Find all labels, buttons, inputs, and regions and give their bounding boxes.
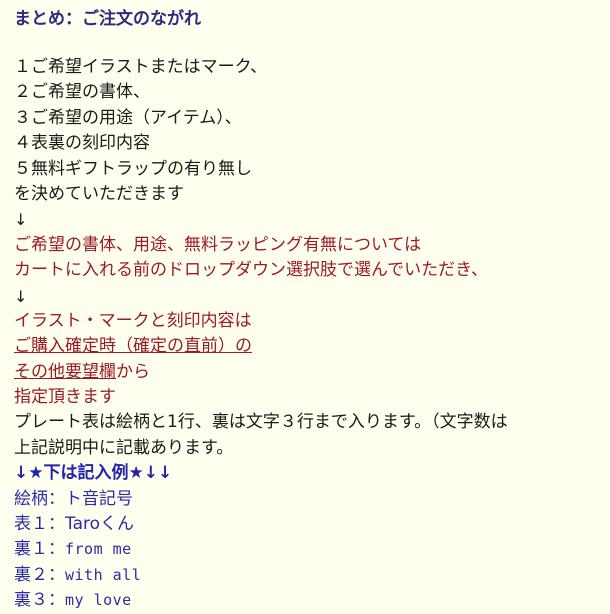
emphasis-engraving-line-2: ご購入確定時（確定の直前）の [0, 334, 610, 359]
step-item-2: ２ご希望の書体、 [14, 82, 150, 103]
plate-note-line-2: 上記説明中に記載あります。 [14, 437, 234, 458]
step-item-3: ３ご希望の用途（アイテム）、 [14, 107, 242, 128]
page-title: まとめ：ご注文のながれ [14, 9, 201, 29]
example-value-back-1: from me [65, 540, 132, 559]
order-flow-summary-page: まとめ：ご注文のながれ １ご希望イラストまたはマーク、 ２ご希望の書体、 ３ご希… [0, 0, 610, 610]
underlined-remarks-field-text: その他要望欄 [14, 361, 116, 382]
example-label-back-1: 裏１： [14, 539, 65, 560]
example-row-design: 絵柄：ト音記号 [0, 487, 610, 512]
down-arrow-icon-1: ↓ [14, 210, 28, 230]
step-closing-text: を決めていただきます [14, 183, 184, 204]
example-label-front-1: 表１： [14, 514, 65, 535]
example-value-front-1: Taroくん [65, 514, 135, 535]
step-item-5: ５無料ギフトラップの有り無し [14, 158, 252, 179]
plate-note-line-1: プレート表は絵柄と1行、裏は文字３行まで入ります。（文字数は [14, 412, 508, 433]
step-item-1: １ご希望イラストまたはマーク、 [14, 57, 268, 77]
example-row-front-1: 表１：Taroくん [0, 512, 610, 537]
step-item-4: ４表裏の刻印内容 [14, 133, 150, 154]
emphasis-dropdown-line-2: カートに入れる前のドロップダウン選択肢で選んでいただき、 [14, 260, 488, 281]
example-row-back-2: 裏２：with all [0, 563, 610, 588]
example-value-back-2: with all [65, 565, 142, 584]
example-value-design: ト音記号 [65, 488, 133, 509]
title-spacer [0, 32, 610, 55]
emphasis-engraving-line-3: その他要望欄から [0, 360, 610, 385]
example-label-back-3: 裏３： [14, 590, 65, 611]
down-arrow-icon-2: ↓ [14, 286, 28, 306]
underlined-purchase-confirm-text: ご購入確定時（確定の直前）の [14, 336, 252, 357]
remarks-field-suffix: から [116, 361, 150, 382]
example-label-design: 絵柄： [14, 488, 65, 509]
emphasis-engraving-line-1: イラスト・マークと刻印内容は [14, 310, 252, 331]
emphasis-dropdown-line-1: ご希望の書体、用途、無料ラッピング有無については [14, 234, 422, 255]
example-section-header: ↓★下は記入例★↓↓ [14, 463, 173, 484]
example-value-back-3: my love [65, 591, 132, 610]
example-row-back-1: 裏１：from me [0, 537, 610, 562]
example-label-back-2: 裏２： [14, 564, 65, 585]
emphasis-engraving-line-4: 指定頂きます [14, 387, 116, 408]
